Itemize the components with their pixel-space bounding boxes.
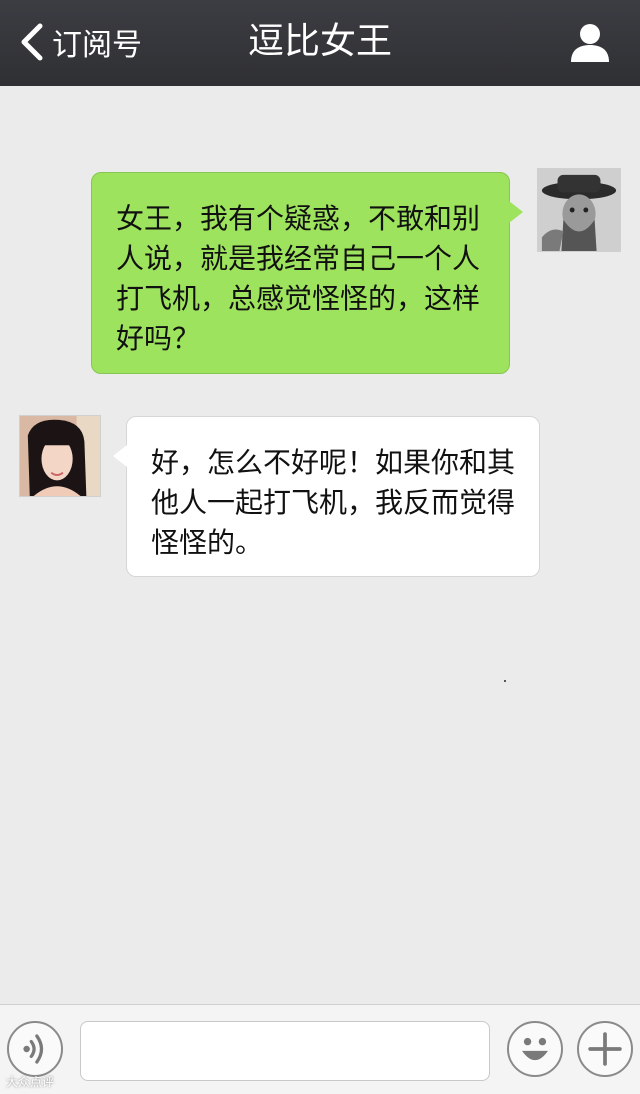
top-nav-bar: 订阅号 逗比女王: [0, 0, 640, 86]
stray-dot: [504, 680, 506, 682]
man-with-hat-avatar-image: [538, 169, 620, 251]
bubble-tail: [509, 201, 523, 223]
bubble-tail: [113, 445, 127, 467]
watermark: 大众点评: [6, 1075, 55, 1089]
girl-avatar-image: [20, 416, 100, 496]
plus-icon: [588, 1032, 622, 1066]
voice-icon: [23, 1034, 44, 1064]
received-message-bubble[interactable]: 好，怎么不好呢！如果你和其他人一起打飞机，我反而觉得怪怪的。: [113, 416, 540, 577]
sent-message-bubble[interactable]: 女王，我有个疑惑，不敢和别人说，就是我经常自己一个人打飞机，总感觉怪怪的，这样好…: [91, 172, 523, 374]
receiver-avatar[interactable]: [19, 415, 101, 497]
more-button[interactable]: [577, 1021, 633, 1077]
emoji-button[interactable]: [507, 1021, 563, 1077]
sent-message-text: 女王，我有个疑惑，不敢和别人说，就是我经常自己一个人打飞机，总感觉怪怪的，这样好…: [116, 202, 481, 355]
page-title: 逗比女王: [247, 21, 392, 62]
input-bar: 大众点评: [0, 1004, 640, 1094]
message-input[interactable]: [80, 1021, 490, 1081]
voice-button[interactable]: [7, 1021, 63, 1077]
emoji-icon: [522, 1037, 548, 1061]
profile-button[interactable]: [568, 20, 612, 64]
sender-avatar[interactable]: [537, 168, 621, 252]
received-message-text: 好，怎么不好呢！如果你和其他人一起打飞机，我反而觉得怪怪的。: [151, 446, 516, 559]
user-icon: [571, 24, 609, 62]
